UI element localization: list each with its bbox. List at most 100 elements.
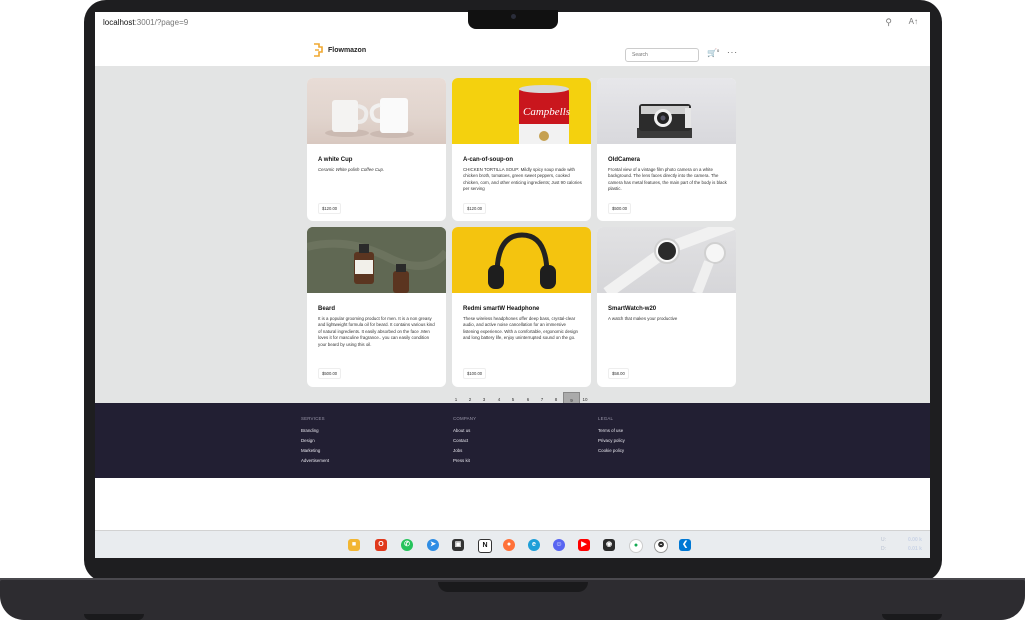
footer-link-contact[interactable]: Contact — [453, 438, 468, 443]
product-card[interactable]: Campbells A-can-of-soup-on CHICKEN TORTI… — [452, 78, 591, 221]
cart-icon: 🛒 — [707, 48, 717, 58]
footer-link-press-kit[interactable]: Press kit — [453, 458, 470, 463]
upload-label: U: — [881, 537, 886, 543]
page-bottom-blank — [95, 478, 930, 530]
telegram-icon[interactable]: ➤ — [427, 539, 439, 551]
page-button-7[interactable]: 7 — [536, 397, 548, 402]
page-button-5[interactable]: 5 — [507, 397, 519, 402]
chatgpt-icon[interactable]: ❂ — [654, 539, 668, 553]
cart-button[interactable]: 🛒0 — [707, 48, 719, 58]
top-navbar: Flowmazon 🛒0 ··· — [95, 34, 930, 67]
product-price-badge: $500.00 — [318, 368, 342, 379]
product-price-badge: $58.00 — [608, 368, 629, 379]
product-image-beard-oil[interactable] — [307, 227, 446, 293]
firefox-icon[interactable]: ● — [503, 539, 515, 551]
product-price-badge: $120.00 — [463, 203, 487, 214]
product-card[interactable]: SmartWatch-w20 A watch that makes your p… — [597, 227, 736, 387]
product-description: It is a popular grooming product for men… — [318, 316, 435, 347]
smartwatch-icon — [603, 227, 736, 293]
webcam-icon — [511, 14, 516, 19]
more-options-button[interactable]: ··· — [727, 48, 738, 57]
product-card[interactable]: Redmi smartW Headphone These wireless he… — [452, 227, 591, 387]
cart-count: 0 — [716, 48, 720, 53]
footer-link-about[interactable]: About us — [453, 428, 470, 433]
mongodb-icon[interactable]: ● — [629, 539, 643, 553]
laptop-hinge — [438, 582, 588, 592]
footer-link-design[interactable]: Design — [301, 438, 315, 443]
vscode-icon[interactable]: ❮ — [679, 539, 691, 551]
product-description: CHICKEN TORTILLA SOUP: Mildly spicy soup… — [463, 167, 582, 192]
page-button-3[interactable]: 3 — [478, 397, 490, 402]
page-button-2[interactable]: 2 — [464, 397, 476, 402]
product-price-badge: $500.00 — [608, 203, 632, 214]
footer-link-cookie[interactable]: Cookie policy — [598, 448, 624, 453]
whatsapp-icon[interactable]: ✆ — [401, 539, 413, 551]
notion-icon[interactable]: N — [478, 539, 492, 553]
page-button-4[interactable]: 4 — [493, 397, 505, 402]
upload-speed: 0.00 k — [908, 537, 922, 543]
url-path: :3001/?page=9 — [134, 18, 189, 27]
product-image-old-camera[interactable] — [597, 78, 736, 144]
edge-icon[interactable]: e — [528, 539, 540, 551]
footer-link-branding[interactable]: Branding — [301, 428, 319, 433]
read-aloud-icon[interactable]: A↑ — [909, 17, 918, 26]
product-price-badge: $120.00 — [318, 203, 342, 214]
product-card[interactable]: OldCamera Frontal view of a vintage film… — [597, 78, 736, 221]
white-cups-icon — [325, 98, 414, 138]
product-image-smartwatch[interactable] — [597, 227, 736, 293]
screen-notch — [468, 10, 558, 29]
zoom-out-icon[interactable]: ⚲ — [885, 17, 892, 28]
page-button-8[interactable]: 8 — [550, 397, 562, 402]
product-grid-area: A white Cup Ceramic White polish Coffee … — [95, 66, 930, 409]
footer-link-advertisement[interactable]: Advertisement — [301, 458, 329, 463]
laptop-foot-right — [882, 614, 942, 620]
beard-oil-bottles-icon — [307, 227, 446, 293]
flowmazon-logo-icon[interactable] — [313, 43, 323, 57]
footer-link-marketing[interactable]: Marketing — [301, 448, 320, 453]
file-explorer-icon[interactable]: ■ — [348, 539, 360, 551]
page-button-10[interactable]: 10 — [579, 397, 591, 402]
alarm-app-icon[interactable]: ◉ — [603, 539, 615, 551]
product-title[interactable]: Beard — [318, 306, 335, 312]
download-label: D: — [881, 546, 886, 552]
footer-heading-company: COMPANY — [453, 416, 477, 421]
soup-can-icon: Campbells — [519, 85, 570, 144]
office-icon[interactable]: O — [375, 539, 387, 551]
url-host: localhost — [103, 18, 135, 27]
product-description: These wireless headphones offer deep bas… — [463, 316, 578, 341]
product-title[interactable]: OldCamera — [608, 157, 640, 163]
search-input[interactable] — [625, 48, 699, 62]
svg-text:Campbells: Campbells — [523, 106, 570, 118]
product-image-white-cup[interactable] — [307, 78, 446, 144]
discord-icon[interactable]: ☺ — [553, 539, 565, 551]
download-speed: 0.01 k — [908, 546, 922, 552]
product-description: A watch that makes your productive — [608, 316, 678, 321]
screen: localhost:3001/?page=9 ⚲ A↑ Flowmazon 🛒0… — [95, 12, 930, 558]
product-title[interactable]: Redmi smartW Headphone — [463, 306, 539, 312]
product-title[interactable]: SmartWatch-w20 — [608, 306, 656, 312]
product-title[interactable]: A-can-of-soup-on — [463, 157, 513, 163]
laptop-foot-left — [84, 614, 144, 620]
footer-link-jobs[interactable]: Jobs — [453, 448, 462, 453]
product-image-headphone[interactable] — [452, 227, 591, 293]
page-button-1[interactable]: 1 — [450, 397, 462, 402]
product-card[interactable]: A white Cup Ceramic White polish Coffee … — [307, 78, 446, 221]
windows-taskbar: ■ O ✆ ➤ ▣ N ● e ☺ ▶ ◉ ● ❂ ❮ U: D: 0.00 k… — [95, 530, 930, 558]
product-image-soup-can[interactable]: Campbells — [452, 78, 591, 144]
site-footer: SERVICES Branding Design Marketing Adver… — [95, 403, 930, 478]
camera-icon — [637, 104, 692, 138]
footer-heading-legal: LEGAL — [598, 416, 614, 421]
footer-link-privacy[interactable]: Privacy policy — [598, 438, 625, 443]
product-title[interactable]: A white Cup — [318, 157, 352, 163]
product-description: Ceramic White polish Coffee Cup. — [318, 167, 385, 172]
brand-name[interactable]: Flowmazon — [328, 47, 366, 54]
url-text[interactable]: localhost:3001/?page=9 — [103, 18, 188, 27]
product-description: Frontal view of a vintage film photo cam… — [608, 167, 727, 192]
footer-heading-services: SERVICES — [301, 416, 325, 421]
footer-link-terms[interactable]: Terms of use — [598, 428, 623, 433]
screen-share-icon[interactable]: ▣ — [452, 539, 464, 551]
product-card[interactable]: Beard It is a popular grooming product f… — [307, 227, 446, 387]
page-button-6[interactable]: 6 — [522, 397, 534, 402]
youtube-icon[interactable]: ▶ — [578, 539, 590, 551]
product-price-badge: $100.00 — [463, 368, 487, 379]
